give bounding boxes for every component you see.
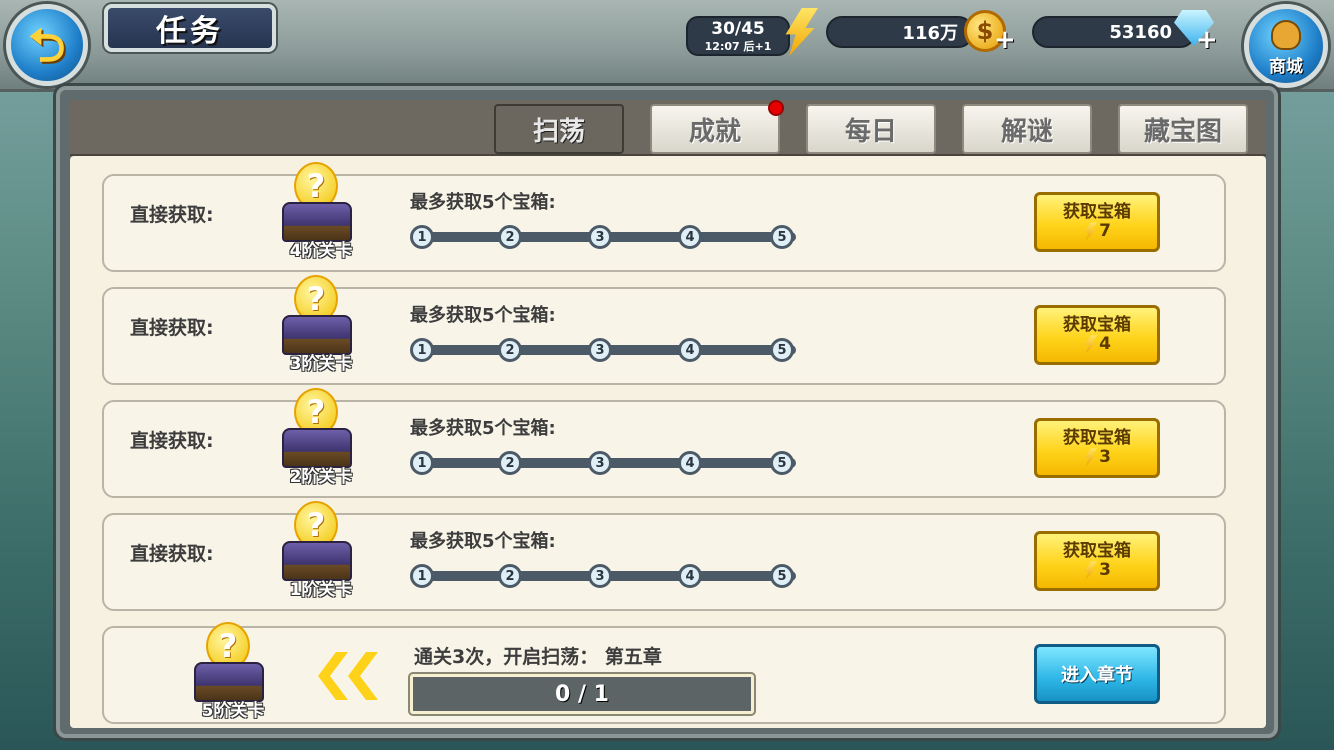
progress-node: 2 — [498, 225, 522, 249]
progress-node: 1 — [410, 564, 434, 588]
enter-chapter-button[interactable]: 进入章节 — [1034, 644, 1160, 704]
level-label: 1阶关卡 — [289, 580, 353, 600]
tab-sweep[interactable]: 扫荡 — [494, 104, 624, 154]
get-chest-button[interactable]: 获取宝箱 3 — [1034, 531, 1160, 591]
get-chest-button[interactable]: 获取宝箱 3 — [1034, 418, 1160, 478]
progress-node: 1 — [410, 451, 434, 475]
task-list: 直接获取: ? 4阶关卡 最多获取5个宝箱: 1 2 3 4 5 获取宝箱 7 直… — [70, 156, 1266, 728]
money-bag-icon — [1271, 20, 1301, 50]
progress-node: 4 — [678, 338, 702, 362]
progress-node: 5 — [770, 225, 794, 249]
tab-puzzle[interactable]: 解谜 — [962, 104, 1092, 154]
gold-display: 116万 — [826, 16, 974, 48]
chest-row-1: 直接获取: ? 1阶关卡 最多获取5个宝箱: 1 2 3 4 5 获取宝箱 3 — [102, 501, 1226, 611]
progress-node: 1 — [410, 338, 434, 362]
add-gold-plus-icon[interactable]: + — [994, 27, 1016, 53]
max-chest-text: 最多获取5个宝箱: — [410, 531, 556, 552]
progress-node: 3 — [588, 564, 612, 588]
energy-bolt-icon — [1084, 561, 1098, 580]
top-bar: ⮌ 任务 30/45 12:07 后+1 116万 $ + 53160 + 商城 — [0, 0, 1334, 92]
max-chest-text: 最多获取5个宝箱: — [410, 305, 556, 326]
chest-row-3: 直接获取: ? 3阶关卡 最多获取5个宝箱: 1 2 3 4 5 获取宝箱 4 — [102, 275, 1226, 385]
direct-get-label: 直接获取: — [130, 543, 214, 565]
locked-chapter-row: ? 5阶关卡 通关3次，开启扫荡： 第五章 0 / 1 进入章节 — [102, 622, 1226, 724]
energy-bolt-icon — [1084, 222, 1098, 241]
progress-node: 3 — [588, 338, 612, 362]
direct-get-label: 直接获取: — [130, 204, 214, 226]
progress-node: 2 — [498, 564, 522, 588]
back-button[interactable]: ⮌ — [6, 4, 88, 86]
double-chevron-left-icon — [318, 646, 384, 706]
chest-row-2: 直接获取: ? 2阶关卡 最多获取5个宝箱: 1 2 3 4 5 获取宝箱 3 — [102, 388, 1226, 498]
shop-label: 商城 — [1269, 57, 1303, 77]
energy-bolt-icon — [1084, 335, 1098, 354]
progress-node: 5 — [770, 451, 794, 475]
direct-get-label: 直接获取: — [130, 430, 214, 452]
tab-daily[interactable]: 每日 — [806, 104, 936, 154]
tab-strip: 扫荡 成就 每日 解谜 藏宝图 — [70, 100, 1266, 156]
chest-icon: ? 3阶关卡 — [272, 275, 362, 379]
chest-row-4: 直接获取: ? 4阶关卡 最多获取5个宝箱: 1 2 3 4 5 获取宝箱 7 — [102, 162, 1226, 272]
page-title-box: 任务 — [104, 4, 276, 52]
progress-node: 3 — [588, 225, 612, 249]
tab-achievement[interactable]: 成就 — [650, 100, 784, 154]
shop-button[interactable]: 商城 — [1244, 4, 1328, 88]
gems-display: 53160 — [1032, 16, 1196, 48]
notification-dot-icon — [768, 100, 784, 116]
level-label: 2阶关卡 — [289, 467, 353, 487]
get-chest-button[interactable]: 获取宝箱 7 — [1034, 192, 1160, 252]
add-gems-plus-icon[interactable]: + — [1196, 27, 1218, 53]
max-chest-text: 最多获取5个宝箱: — [410, 418, 556, 439]
energy-timer: 12:07 后+1 — [704, 39, 772, 53]
progress-node: 1 — [410, 225, 434, 249]
energy-value: 30/45 — [711, 18, 765, 39]
chest-icon: ? 2阶关卡 — [272, 388, 362, 492]
level-label: 5阶关卡 — [201, 701, 265, 721]
back-arrow-icon: ⮌ — [28, 18, 66, 72]
chest-icon: ? 5阶关卡 — [184, 622, 274, 726]
direct-get-label: 直接获取: — [130, 317, 214, 339]
tab-treasure-map[interactable]: 藏宝图 — [1118, 104, 1248, 154]
progress-node: 4 — [678, 564, 702, 588]
energy-display: 30/45 12:07 后+1 — [686, 16, 790, 56]
energy-bolt-icon — [1084, 448, 1098, 467]
progress-node: 4 — [678, 451, 702, 475]
progress-node: 4 — [678, 225, 702, 249]
progress-node: 2 — [498, 451, 522, 475]
progress-node: 5 — [770, 338, 794, 362]
chest-icon: ? 1阶关卡 — [272, 501, 362, 605]
max-chest-text: 最多获取5个宝箱: — [410, 192, 556, 213]
gold-value: 116万 — [902, 23, 958, 44]
get-chest-button[interactable]: 获取宝箱 4 — [1034, 305, 1160, 365]
gems-value: 53160 — [1109, 21, 1172, 43]
progress-node: 3 — [588, 451, 612, 475]
unlock-condition-text: 通关3次，开启扫荡： 第五章 — [414, 646, 662, 668]
level-label: 4阶关卡 — [289, 241, 353, 261]
level-label: 3阶关卡 — [289, 354, 353, 374]
progress-node: 5 — [770, 564, 794, 588]
task-panel: 扫荡 成就 每日 解谜 藏宝图 直接获取: ? 4阶关卡 最多获取5个宝箱: 1 … — [56, 86, 1278, 738]
unlock-progress-text: 0 / 1 — [555, 681, 609, 707]
page-title: 任务 — [156, 14, 224, 49]
unlock-progress-bar: 0 / 1 — [410, 674, 754, 714]
chest-icon: ? 4阶关卡 — [272, 162, 362, 266]
progress-node: 2 — [498, 338, 522, 362]
